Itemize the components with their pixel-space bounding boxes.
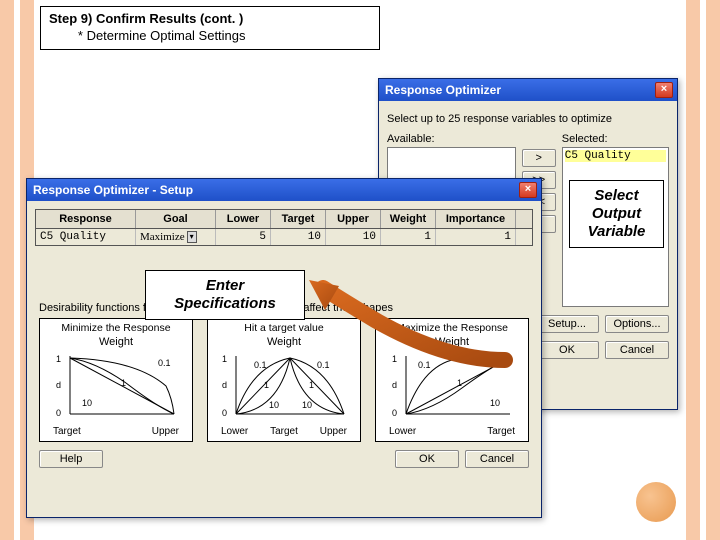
plot-weight-label: Weight — [45, 336, 187, 348]
cell-response: C5 Quality — [36, 229, 136, 245]
ok-button[interactable]: OK — [395, 450, 459, 468]
callout-enter-specs: Enter Specifications — [145, 270, 305, 320]
cell-importance[interactable]: 1 — [436, 229, 516, 245]
spec-table-row: C5 Quality Maximize ▾ 5 10 10 1 1 — [35, 229, 533, 246]
plot-maximize: Maximize the Response Weight 1 d 0 0.1 1… — [375, 318, 529, 442]
plot-weight-label: Weight — [213, 336, 355, 348]
col-lower: Lower — [216, 210, 271, 228]
goal-value: Maximize — [140, 231, 185, 243]
col-upper: Upper — [326, 210, 381, 228]
w-label: 1 — [457, 378, 462, 388]
optimizer-hint: Select up to 25 response variables to op… — [387, 113, 669, 125]
move-right-button[interactable]: > — [522, 149, 556, 167]
w-label: 0.1 — [317, 360, 330, 370]
cell-upper[interactable]: 10 — [326, 229, 381, 245]
y-label: d — [56, 380, 61, 390]
plot-target: Hit a target value Weight 1 d 0 0.1 1 10… — [207, 318, 361, 442]
col-goal: Goal — [136, 210, 216, 228]
w-label: 10 — [302, 400, 312, 410]
list-item[interactable]: C5 Quality — [565, 150, 666, 162]
titlebar[interactable]: Response Optimizer × — [379, 79, 677, 101]
col-response: Response — [36, 210, 136, 228]
selected-label: Selected: — [562, 133, 669, 145]
x-tick: Target — [270, 426, 298, 437]
y-tick: 0 — [392, 408, 397, 418]
x-tick: Lower — [389, 426, 416, 437]
y-label: d — [222, 380, 227, 390]
options-button[interactable]: Options... — [605, 315, 669, 333]
chevron-down-icon[interactable]: ▾ — [187, 231, 197, 243]
y-tick: 1 — [392, 354, 397, 364]
cell-goal[interactable]: Maximize ▾ — [136, 229, 216, 245]
decor-stripe — [0, 0, 14, 540]
w-label: 10 — [269, 400, 279, 410]
plot-title: Hit a target value — [213, 322, 355, 334]
y-tick: 1 — [56, 354, 61, 364]
col-importance: Importance — [436, 210, 516, 228]
slide-title-line2: * Determine Optimal Settings — [49, 28, 371, 45]
window-title: Response Optimizer — [385, 83, 501, 97]
plot-minimize: Minimize the Response Weight 1 d 0 0.1 1… — [39, 318, 193, 442]
decor-stripe — [686, 0, 700, 540]
x-tick: Target — [53, 426, 81, 437]
cancel-button[interactable]: Cancel — [605, 341, 669, 359]
x-tick: Lower — [221, 426, 248, 437]
spec-table-header: Response Goal Lower Target Upper Weight … — [35, 209, 533, 229]
w-label: 1 — [264, 380, 269, 390]
w-label: 1 — [309, 380, 314, 390]
decor-circle — [636, 482, 676, 522]
slide-title-line1: Step 9) Confirm Results (cont. ) — [49, 11, 371, 28]
close-icon[interactable]: × — [655, 82, 673, 98]
w-label: 0.1 — [418, 360, 431, 370]
w-label: 0.1 — [254, 360, 267, 370]
cell-target[interactable]: 10 — [271, 229, 326, 245]
window-title: Response Optimizer - Setup — [33, 183, 193, 197]
w-label: 1 — [121, 378, 126, 388]
close-icon[interactable]: × — [519, 182, 537, 198]
slide-title-box: Step 9) Confirm Results (cont. ) * Deter… — [40, 6, 380, 50]
col-weight: Weight — [381, 210, 436, 228]
w-label: 0.1 — [158, 358, 171, 368]
callout-select-output: Select Output Variable — [569, 180, 664, 248]
x-tick: Upper — [152, 426, 179, 437]
x-tick: Upper — [320, 426, 347, 437]
titlebar[interactable]: Response Optimizer - Setup × — [27, 179, 541, 201]
y-tick: 0 — [56, 408, 61, 418]
decor-stripe — [706, 0, 720, 540]
plot-title: Maximize the Response — [381, 322, 523, 334]
y-tick: 1 — [222, 354, 227, 364]
w-label: 10 — [490, 398, 500, 408]
help-button[interactable]: Help — [39, 450, 103, 468]
setup-button[interactable]: Setup... — [535, 315, 599, 333]
y-tick: 0 — [222, 408, 227, 418]
col-target: Target — [271, 210, 326, 228]
w-label: 10 — [82, 398, 92, 408]
response-optimizer-setup-window: Response Optimizer - Setup × Response Go… — [26, 178, 542, 518]
available-label: Available: — [387, 133, 516, 145]
cancel-button[interactable]: Cancel — [465, 450, 529, 468]
cell-lower[interactable]: 5 — [216, 229, 271, 245]
plot-title: Minimize the Response — [45, 322, 187, 334]
cell-weight[interactable]: 1 — [381, 229, 436, 245]
y-label: d — [392, 380, 397, 390]
plot-weight-label: Weight — [381, 336, 523, 348]
ok-button[interactable]: OK — [535, 341, 599, 359]
x-tick: Target — [487, 426, 515, 437]
